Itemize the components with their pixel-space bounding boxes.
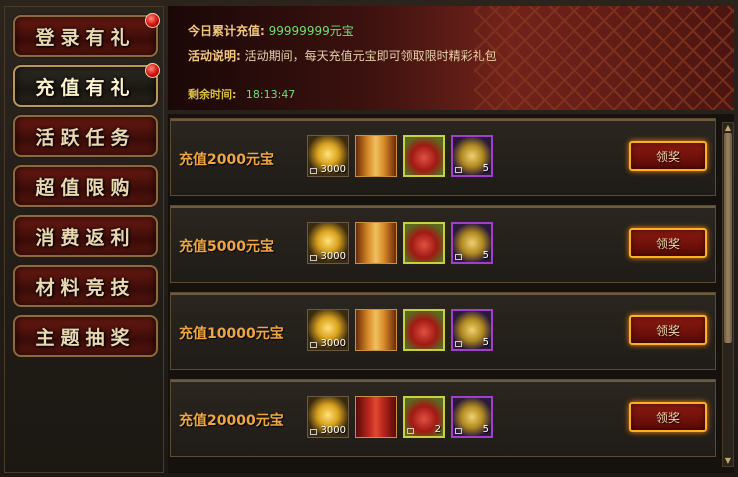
total-recharge-value: 99999999元宝 bbox=[268, 24, 354, 38]
scroll-up-icon[interactable]: ▲ bbox=[723, 123, 733, 133]
token-icon[interactable]: 5 bbox=[451, 135, 493, 177]
remaining-time: 剩余时间: 18:13:47 bbox=[188, 86, 295, 102]
nav-material-contest[interactable]: 材料竞技 bbox=[13, 265, 158, 307]
red-book-icon[interactable] bbox=[355, 396, 397, 438]
nav-label: 材料竞技 bbox=[35, 276, 136, 299]
nav-spend-rebate[interactable]: 消费返利 bbox=[13, 215, 158, 257]
nav-login-gift[interactable]: 登录有礼 bbox=[13, 13, 160, 57]
claim-button[interactable]: 领奖 bbox=[629, 141, 707, 171]
reward-list: 充值2000元宝 3000 5 领奖 充值5000元宝 3000 5 领奖 充值… bbox=[168, 114, 734, 473]
event-description-text: 活动期间，每天充值元宝即可领取限时精彩礼包 bbox=[244, 49, 497, 63]
event-description: 活动说明: 活动期间，每天充值元宝即可领取限时精彩礼包 bbox=[188, 47, 497, 64]
red-bag-icon[interactable] bbox=[403, 309, 445, 351]
reward-row: 充值2000元宝 3000 5 领奖 bbox=[170, 118, 716, 196]
total-recharge: 今日累计充值: 99999999元宝 bbox=[188, 22, 354, 39]
scroll-thumb[interactable] bbox=[724, 133, 732, 343]
red-bag-icon[interactable] bbox=[403, 222, 445, 264]
scroll-icon[interactable] bbox=[355, 135, 397, 177]
claim-button[interactable]: 领奖 bbox=[629, 315, 707, 345]
nav-theme-lottery[interactable]: 主题抽奖 bbox=[13, 315, 158, 357]
reward-tier-label: 充值20000元宝 bbox=[179, 413, 284, 429]
reward-tier-label: 充值2000元宝 bbox=[179, 152, 274, 168]
scroll-down-icon[interactable]: ▼ bbox=[723, 456, 733, 466]
reward-row: 充值20000元宝 3000 2 5 领奖 bbox=[170, 379, 716, 457]
notification-dot bbox=[145, 63, 160, 78]
nav-label: 超值限购 bbox=[35, 176, 136, 199]
remaining-time-value: 18:13:47 bbox=[245, 88, 296, 101]
gold-ingot-icon[interactable]: 3000 bbox=[307, 309, 349, 351]
gold-ingot-icon[interactable]: 3000 bbox=[307, 135, 349, 177]
reward-tier-label: 充值10000元宝 bbox=[179, 326, 284, 342]
token-icon[interactable]: 5 bbox=[451, 396, 493, 438]
notification-dot bbox=[145, 13, 160, 28]
token-icon[interactable]: 5 bbox=[451, 309, 493, 351]
nav-label: 登录有礼 bbox=[35, 26, 136, 49]
scroll-icon[interactable] bbox=[355, 309, 397, 351]
nav-recharge-gift[interactable]: 充值有礼 bbox=[13, 63, 160, 107]
gold-ingot-icon[interactable]: 3000 bbox=[307, 222, 349, 264]
reward-row: 充值10000元宝 3000 5 领奖 bbox=[170, 292, 716, 370]
event-description-label: 活动说明: bbox=[188, 49, 241, 63]
token-icon[interactable]: 5 bbox=[451, 222, 493, 264]
list-scrollbar[interactable]: ▲ ▼ bbox=[722, 122, 734, 467]
red-bag-icon[interactable] bbox=[403, 135, 445, 177]
remaining-time-label: 剩余时间: bbox=[188, 88, 237, 101]
red-bag-icon[interactable]: 2 bbox=[403, 396, 445, 438]
total-recharge-label: 今日累计充值: bbox=[188, 24, 265, 38]
gold-ingot-icon[interactable]: 3000 bbox=[307, 396, 349, 438]
nav-label: 消费返利 bbox=[35, 226, 136, 249]
reward-tier-label: 充值5000元宝 bbox=[179, 239, 274, 255]
nav-label: 主题抽奖 bbox=[35, 326, 136, 349]
scroll-icon[interactable] bbox=[355, 222, 397, 264]
nav-active-tasks[interactable]: 活跃任务 bbox=[13, 115, 158, 157]
nav-label: 活跃任务 bbox=[35, 126, 136, 149]
nav-limited-purchase[interactable]: 超值限购 bbox=[13, 165, 158, 207]
claim-button[interactable]: 领奖 bbox=[629, 402, 707, 432]
nav-label: 充值有礼 bbox=[35, 76, 136, 99]
activity-sidebar: 登录有礼 充值有礼 活跃任务 超值限购 消费返利 材料竞技 主题抽奖 bbox=[4, 6, 164, 473]
claim-button[interactable]: 领奖 bbox=[629, 228, 707, 258]
reward-row: 充值5000元宝 3000 5 领奖 bbox=[170, 205, 716, 283]
